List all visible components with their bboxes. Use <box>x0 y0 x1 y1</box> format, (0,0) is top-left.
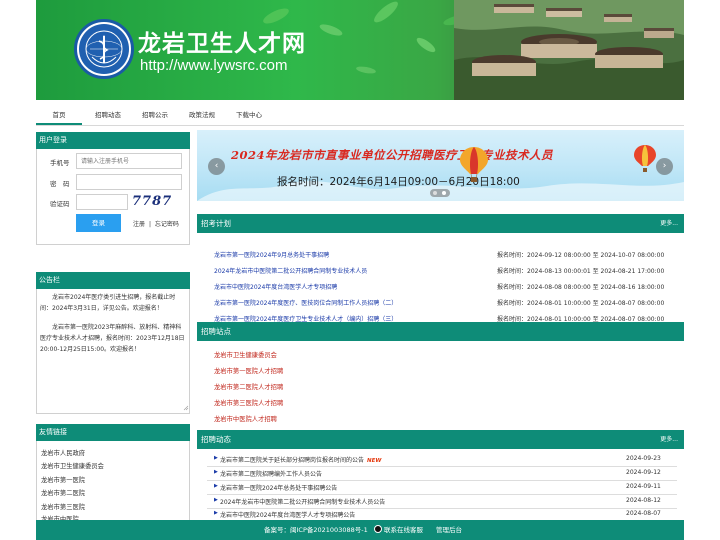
nav-home[interactable]: 首页 <box>36 105 82 125</box>
phone-input[interactable] <box>76 153 182 169</box>
phone-label: 手机号 <box>50 159 70 167</box>
friend-link[interactable]: 龙岩市第二医院 <box>41 488 85 497</box>
password-input[interactable] <box>76 174 182 190</box>
station-link[interactable]: 龙岩市卫生健康委员会 <box>214 350 277 359</box>
new-badge: NEW <box>367 458 382 464</box>
friend-link[interactable]: 龙岩市第一医院 <box>41 475 85 484</box>
plan-section-header: 招考计划 更多... <box>197 214 684 233</box>
plan-time: 报名时间：2024-08-01 10:00:00 至 2024-08-07 08… <box>497 300 665 307</box>
online-service-link[interactable]: 联系在线客服 <box>374 520 423 540</box>
link-separator: | <box>148 221 151 228</box>
tulou-scenery-image <box>454 0 684 100</box>
news-title[interactable]: 龙岩市中医院2024年度台湾医学人才专项招聘公告 <box>220 510 355 519</box>
nav-recruitment-public[interactable]: 招聘公示 <box>133 105 177 125</box>
register-link[interactable]: 注册 <box>133 221 145 228</box>
stations-section-header: 招聘站点 <box>197 322 684 341</box>
banner-prev-arrow[interactable]: ‹ <box>208 158 225 175</box>
admin-link[interactable]: 管理后台 <box>436 520 462 540</box>
triangle-bullet-icon: ▶ <box>214 497 218 503</box>
plan-title[interactable]: 龙岩市第一医院2024年9月总务处干事招聘 <box>214 250 329 259</box>
nav-recruitment-news[interactable]: 招聘动态 <box>86 105 130 125</box>
captcha-input[interactable] <box>76 194 128 210</box>
login-panel-title: 用户登录 <box>36 132 190 149</box>
news-date: 2024-08-07 <box>626 510 661 517</box>
news-date: 2024-09-11 <box>626 483 661 490</box>
news-row[interactable]: ▶ 龙岩市中医院2024年度台湾医学人才专项招聘公告 2024-08-07 <box>214 510 676 520</box>
news-section-title: 招聘动态 <box>201 435 231 444</box>
plan-time: 报名时间：2024-09-12 08:00:00 至 2024-10-07 08… <box>497 252 665 259</box>
news-date: 2024-09-23 <box>626 455 661 462</box>
triangle-bullet-icon: ▶ <box>214 483 218 489</box>
news-date: 2024-08-12 <box>626 497 661 504</box>
forgot-password-link[interactable]: 忘记密码 <box>155 221 179 228</box>
news-row[interactable]: ▶ 龙岩市第一医院2024年总务处干事招聘公告 2024-09-11 <box>214 483 676 493</box>
news-title[interactable]: 龙岩市第一医院2024年总务处干事招聘公告 <box>220 483 337 492</box>
qq-icon <box>374 525 382 533</box>
friend-links-title: 友情链接 <box>36 424 190 441</box>
banner-next-arrow[interactable]: › <box>656 158 673 175</box>
medical-emblem-icon <box>79 24 129 74</box>
news-title[interactable]: 龙岩市第二医院招聘编外工作人员公告 <box>220 469 322 478</box>
plan-row[interactable]: 龙岩市第一医院2024年度医疗、医技岗位合同制工作人员招聘（二） 报名时间：20… <box>214 298 684 308</box>
plan-section-title: 招考计划 <box>201 219 231 228</box>
login-links: 注册 | 忘记密码 <box>133 219 179 228</box>
plan-time: 报名时间：2024-08-13 00:00:01 至 2024-08-21 17… <box>497 268 665 275</box>
news-row[interactable]: ▶ 2024年龙岩市中医院第二批公开招聘合同制专业技术人员公告 2024-08-… <box>214 497 676 507</box>
news-row[interactable]: ▶ 龙岩市第二医院招聘编外工作人员公告 2024-09-12 <box>214 469 676 479</box>
row-divider <box>207 480 677 481</box>
triangle-bullet-icon: ▶ <box>214 469 218 475</box>
nav-policies[interactable]: 政策法规 <box>180 105 224 125</box>
news-title[interactable]: 龙岩市第二医院关于延长部分招聘岗位报名时间的公告 NEW <box>220 455 381 464</box>
resize-handle-icon[interactable] <box>183 405 189 411</box>
site-footer: 备案号：闽ICP备2021003088号-1 联系在线客服 管理后台 <box>36 520 684 540</box>
news-more-link[interactable]: 更多... <box>660 430 678 449</box>
site-header: 龙岩卫生人才网 http://www.lywsrc.com <box>36 0 684 100</box>
banner-title: 2024年龙岩市市直事业单位公开招聘医疗卫生专业技术人员 <box>231 148 554 162</box>
friend-link[interactable]: 龙岩市卫生健康委员会 <box>41 461 104 470</box>
captcha-label: 验证码 <box>50 200 70 208</box>
triangle-bullet-icon: ▶ <box>214 510 218 516</box>
plan-row[interactable]: 龙岩市中医院2024年度台湾医学人才专项招聘 报名时间：2024-08-08 0… <box>214 282 684 292</box>
news-title[interactable]: 2024年龙岩市中医院第二批公开招聘合同制专业技术人员公告 <box>220 497 385 506</box>
news-row[interactable]: ▶ 龙岩市第二医院关于延长部分招聘岗位报名时间的公告 NEW 2024-09-23 <box>214 455 676 465</box>
icp-record[interactable]: 备案号：闽ICP备2021003088号-1 <box>264 520 368 540</box>
captcha-image[interactable]: 7787 <box>132 194 172 209</box>
triangle-bullet-icon: ▶ <box>214 455 218 461</box>
plan-row[interactable]: 2024年龙岩市中医院第二批公开招聘合同制专业技术人员 报名时间：2024-08… <box>214 266 684 276</box>
news-section-header: 招聘动态 更多... <box>197 430 684 449</box>
row-divider <box>207 508 677 509</box>
notice-panel-title: 公告栏 <box>36 272 190 289</box>
site-url: http://www.lywsrc.com <box>140 57 288 74</box>
hot-air-balloon-icon <box>460 147 488 182</box>
plan-time: 报名时间：2024-08-08 08:00:00 至 2024-08-16 18… <box>497 284 665 291</box>
banner-dot[interactable] <box>433 191 437 195</box>
plan-title[interactable]: 龙岩市中医院2024年度台湾医学人才专项招聘 <box>214 282 337 291</box>
logo <box>74 19 134 79</box>
plan-title[interactable]: 龙岩市第一医院2024年度医疗、医技岗位合同制工作人员招聘（二） <box>214 298 397 307</box>
main-nav: 首页 招聘动态 招聘公示 政策法规 下载中心 <box>36 105 684 125</box>
station-link[interactable]: 龙岩市第二医院人才招聘 <box>214 382 283 391</box>
site-title: 龙岩卫生人才网 <box>138 30 306 57</box>
plan-more-link[interactable]: 更多... <box>660 214 678 233</box>
station-link[interactable]: 龙岩市中医院人才招聘 <box>214 414 277 423</box>
station-link[interactable]: 龙岩市第三医院人才招聘 <box>214 398 283 407</box>
nav-divider <box>36 125 684 126</box>
plan-row[interactable]: 龙岩市第一医院2024年9月总务处干事招聘 报名时间：2024-09-12 08… <box>214 250 684 260</box>
notice-paragraph: 龙岩市2024年医疗类引进生招聘，报名截止时间：2024年3月31日，详见公告。… <box>40 294 176 312</box>
banner-dot-active[interactable] <box>442 191 446 195</box>
friend-link[interactable]: 龙岩市人民政府 <box>41 448 85 457</box>
login-button[interactable]: 登录 <box>76 214 121 232</box>
row-divider <box>207 466 677 467</box>
news-date: 2024-09-12 <box>626 469 661 476</box>
station-link[interactable]: 龙岩市第一医院人才招聘 <box>214 366 283 375</box>
plan-title[interactable]: 2024年龙岩市中医院第二批公开招聘合同制专业技术人员 <box>214 266 367 275</box>
friend-link[interactable]: 龙岩市第三医院 <box>41 502 85 511</box>
nav-downloads[interactable]: 下载中心 <box>227 105 271 125</box>
notice-paragraph: 龙岩市第一医院2023年麻醉科、放射科、精神科医疗专业技术人才招聘，报名时间：2… <box>40 324 185 353</box>
row-divider <box>207 494 677 495</box>
hot-air-balloon-icon <box>634 145 656 172</box>
stations-section-title: 招聘站点 <box>201 327 231 336</box>
password-label: 密 码 <box>50 180 70 188</box>
banner-pagination <box>430 189 450 197</box>
